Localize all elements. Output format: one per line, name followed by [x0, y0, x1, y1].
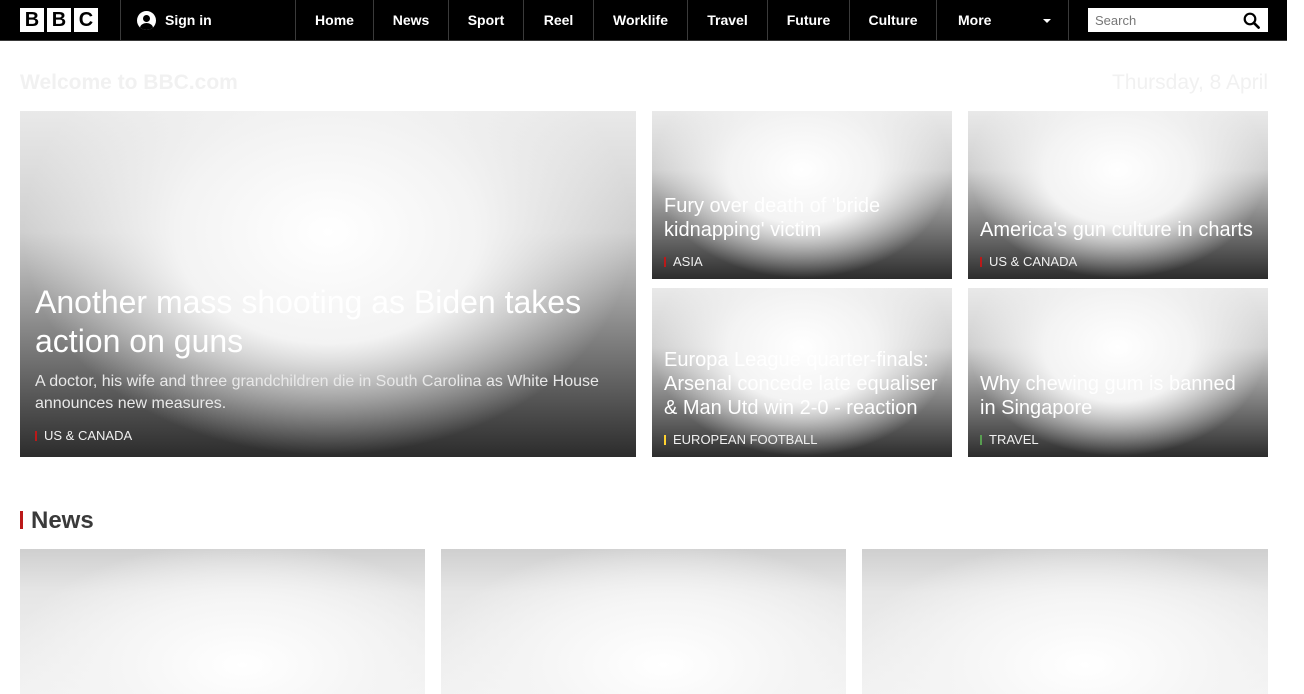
- more-menu-button[interactable]: More: [936, 0, 1069, 40]
- nav-future[interactable]: Future: [767, 0, 849, 40]
- top-navigation-bar: B B C Sign in Home News Sport Reel Workl…: [0, 0, 1287, 41]
- story-headline[interactable]: Fury over death of 'bride kidnapping' vi…: [664, 194, 940, 242]
- nav-home[interactable]: Home: [295, 0, 373, 40]
- search-icon[interactable]: [1243, 12, 1260, 29]
- hero-story[interactable]: Why chewing gum is banned in Singapore T…: [968, 288, 1268, 457]
- more-label: More: [958, 12, 992, 28]
- sign-in-label: Sign in: [165, 12, 212, 28]
- logo-letter: B: [20, 8, 44, 32]
- story-tag[interactable]: ASIA: [664, 255, 940, 269]
- nav-news[interactable]: News: [373, 0, 448, 40]
- nav-sport[interactable]: Sport: [448, 0, 523, 40]
- news-card[interactable]: [20, 549, 425, 694]
- current-date: Thursday, 8 April: [1111, 71, 1268, 94]
- logo-letter: B: [47, 8, 71, 32]
- search-box: [1088, 8, 1268, 32]
- hero-main-story[interactable]: Another mass shooting as Biden takes act…: [20, 111, 636, 457]
- news-card[interactable]: [862, 549, 1268, 694]
- hero-story[interactable]: Europa League quarter-finals: Arsenal co…: [652, 288, 952, 457]
- news-card[interactable]: [441, 549, 846, 694]
- chevron-down-icon: [1043, 19, 1051, 23]
- nav-reel[interactable]: Reel: [523, 0, 593, 40]
- story-image: [441, 549, 846, 694]
- welcome-heading: Welcome to BBC.com: [20, 71, 238, 94]
- sign-in-button[interactable]: Sign in: [121, 0, 295, 40]
- section-heading-news[interactable]: News: [20, 508, 94, 534]
- story-tag[interactable]: TRAVEL: [980, 433, 1256, 447]
- story-image: [20, 549, 425, 694]
- story-image: [862, 549, 1268, 694]
- story-tag[interactable]: EUROPEAN FOOTBALL: [664, 433, 940, 447]
- story-headline[interactable]: Europa League quarter-finals: Arsenal co…: [664, 348, 940, 420]
- search-input[interactable]: [1088, 8, 1235, 32]
- story-headline[interactable]: America's gun culture in charts: [980, 218, 1256, 242]
- story-tag[interactable]: US & CANADA: [35, 429, 621, 443]
- logo-letter: C: [74, 8, 98, 32]
- nav-worklife[interactable]: Worklife: [593, 0, 687, 40]
- main-nav: Home News Sport Reel Worklife Travel Fut…: [295, 0, 936, 40]
- bbc-logo[interactable]: B B C: [20, 8, 98, 32]
- hero-story[interactable]: Fury over death of 'bride kidnapping' vi…: [652, 111, 952, 279]
- story-summary: A doctor, his wife and three grandchildr…: [35, 373, 599, 412]
- nav-travel[interactable]: Travel: [687, 0, 767, 40]
- story-tag[interactable]: US & CANADA: [980, 255, 1256, 269]
- user-icon: [137, 10, 156, 30]
- story-headline[interactable]: Why chewing gum is banned in Singapore: [980, 372, 1256, 420]
- hero-story[interactable]: America's gun culture in charts US & CAN…: [968, 111, 1268, 279]
- nav-culture[interactable]: Culture: [849, 0, 936, 40]
- story-headline[interactable]: Another mass shooting as Biden takes act…: [35, 283, 621, 361]
